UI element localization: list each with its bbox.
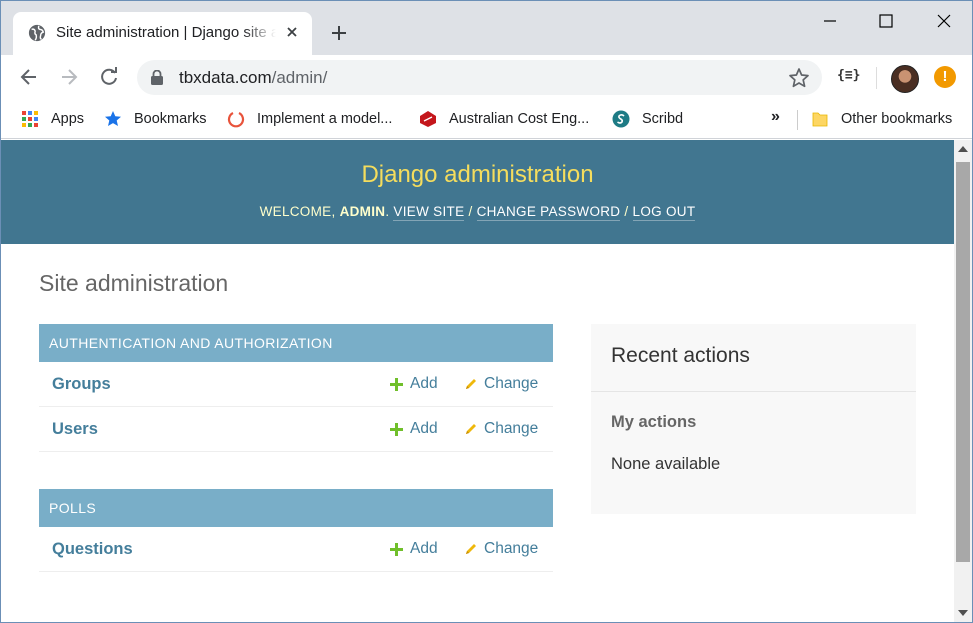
pencil-icon — [466, 424, 476, 434]
more-bookmarks-chevron-icon[interactable]: » — [771, 108, 780, 126]
back-arrow-icon[interactable] — [18, 66, 40, 88]
bookmark-australian-cost-eng[interactable]: Australian Cost Eng... — [419, 109, 589, 129]
module-auth: Authentication and Authorization Groups … — [39, 324, 553, 452]
apps-grid-icon — [22, 111, 38, 127]
pencil-icon — [466, 379, 476, 389]
my-actions-heading: My actions — [611, 413, 697, 431]
empty-actions-text: None available — [611, 455, 721, 473]
new-tab-icon[interactable] — [329, 23, 349, 43]
model-link-users[interactable]: Users — [52, 420, 98, 439]
table-row: Users Add Change — [39, 407, 553, 452]
change-label: Change — [484, 375, 539, 392]
browser-toolbar: tbxdata.com/admin/ {≡} ! — [1, 55, 972, 100]
update-alert-icon[interactable]: ! — [934, 66, 956, 88]
log-out-link[interactable]: Log out — [632, 204, 696, 221]
separator: / — [624, 204, 629, 219]
bookmark-star-icon[interactable] — [788, 67, 810, 89]
add-label: Add — [410, 375, 438, 392]
star-icon — [105, 111, 121, 126]
recent-actions-panel: Recent actions My actions None available — [591, 324, 916, 514]
scroll-down-arrow-icon[interactable] — [958, 610, 968, 616]
bookmark-label: Bookmarks — [134, 111, 207, 127]
table-row: Questions Add Change — [39, 527, 553, 572]
separator: / — [468, 204, 473, 219]
bookmark-label: Scribd — [642, 111, 684, 127]
url-path: /admin/ — [271, 68, 328, 87]
bookmark-label: Other bookmarks — [841, 111, 953, 127]
close-window-icon[interactable] — [932, 9, 956, 33]
minimize-icon[interactable] — [818, 9, 842, 33]
change-label: Change — [484, 540, 539, 557]
reload-icon[interactable] — [98, 66, 120, 88]
maximize-icon[interactable] — [874, 9, 898, 33]
change-password-link[interactable]: Change password — [476, 204, 621, 221]
change-groups-button[interactable]: Change — [464, 375, 538, 393]
browser-window: Site administration | Django site admin — [0, 0, 973, 623]
panel-divider — [591, 391, 916, 392]
add-label: Add — [410, 540, 438, 557]
change-users-button[interactable]: Change — [464, 420, 538, 438]
bookmark-other-bookmarks[interactable]: Other bookmarks — [811, 109, 952, 129]
site-branding[interactable]: Django administration — [1, 161, 954, 189]
module-caption[interactable]: Authentication and Authorization — [39, 324, 553, 362]
title-bar: Site administration | Django site admin — [1, 1, 972, 55]
recent-actions-title: Recent actions — [611, 344, 750, 367]
json-extension-icon[interactable]: {≡} — [837, 68, 860, 83]
model-link-questions[interactable]: Questions — [52, 540, 133, 559]
bookmark-apps[interactable]: Apps — [21, 109, 84, 129]
scribd-icon — [612, 110, 630, 128]
vertical-scrollbar[interactable] — [954, 140, 972, 622]
plus-icon — [390, 542, 403, 556]
change-questions-button[interactable]: Change — [464, 540, 538, 558]
welcome-text: Welcome, — [259, 204, 336, 219]
view-site-link[interactable]: View site — [393, 204, 465, 221]
url-text: tbxdata.com/admin/ — [179, 68, 327, 88]
ring-icon — [227, 112, 245, 128]
scroll-up-arrow-icon[interactable] — [958, 146, 968, 152]
username: admin — [339, 204, 386, 219]
bookmarks-divider — [797, 110, 798, 130]
folder-icon — [812, 112, 828, 127]
close-tab-icon[interactable] — [284, 24, 300, 40]
admin-header: Django administration Welcome, admin. Vi… — [1, 140, 954, 244]
change-label: Change — [484, 420, 539, 437]
scrollbar-thumb[interactable] — [956, 162, 970, 562]
forward-arrow-icon[interactable] — [58, 66, 80, 88]
toolbar-divider — [876, 67, 877, 89]
tab-title: Site administration | Django site admin — [56, 24, 276, 41]
bookmark-label: Australian Cost Eng... — [449, 111, 590, 127]
lock-icon[interactable] — [150, 70, 164, 85]
add-label: Add — [410, 420, 438, 437]
plus-icon — [390, 377, 403, 391]
bookmark-label: Implement a model... — [257, 111, 393, 127]
address-bar[interactable]: tbxdata.com/admin/ — [137, 60, 822, 95]
red-cube-icon — [420, 111, 436, 127]
bookmark-implement-a-model[interactable]: Implement a model... — [227, 109, 392, 129]
add-questions-button[interactable]: Add — [390, 540, 438, 558]
add-users-button[interactable]: Add — [390, 420, 438, 438]
browser-tab[interactable]: Site administration | Django site admin — [13, 12, 312, 55]
user-tools: Welcome, admin. View site / Change passw… — [259, 204, 696, 221]
globe-icon — [28, 24, 46, 42]
url-host: tbxdata.com — [179, 68, 272, 87]
profile-avatar[interactable] — [891, 65, 919, 93]
bookmark-scribd[interactable]: Scribd — [612, 109, 683, 129]
pencil-icon — [466, 544, 476, 554]
page-title: Site administration — [39, 270, 229, 296]
bookmarks-bar: Apps Bookmarks Implement a model... Aust… — [1, 100, 972, 139]
add-groups-button[interactable]: Add — [390, 375, 438, 393]
model-link-groups[interactable]: Groups — [52, 375, 111, 394]
bookmark-label: Apps — [51, 111, 85, 127]
table-row: Groups Add Change — [39, 362, 553, 407]
bookmark-bookmarks[interactable]: Bookmarks — [104, 109, 207, 129]
module-polls: Polls Questions Add Change — [39, 489, 553, 572]
page-viewport: Django administration Welcome, admin. Vi… — [1, 140, 954, 622]
plus-icon — [390, 422, 403, 436]
module-caption[interactable]: Polls — [39, 489, 553, 527]
